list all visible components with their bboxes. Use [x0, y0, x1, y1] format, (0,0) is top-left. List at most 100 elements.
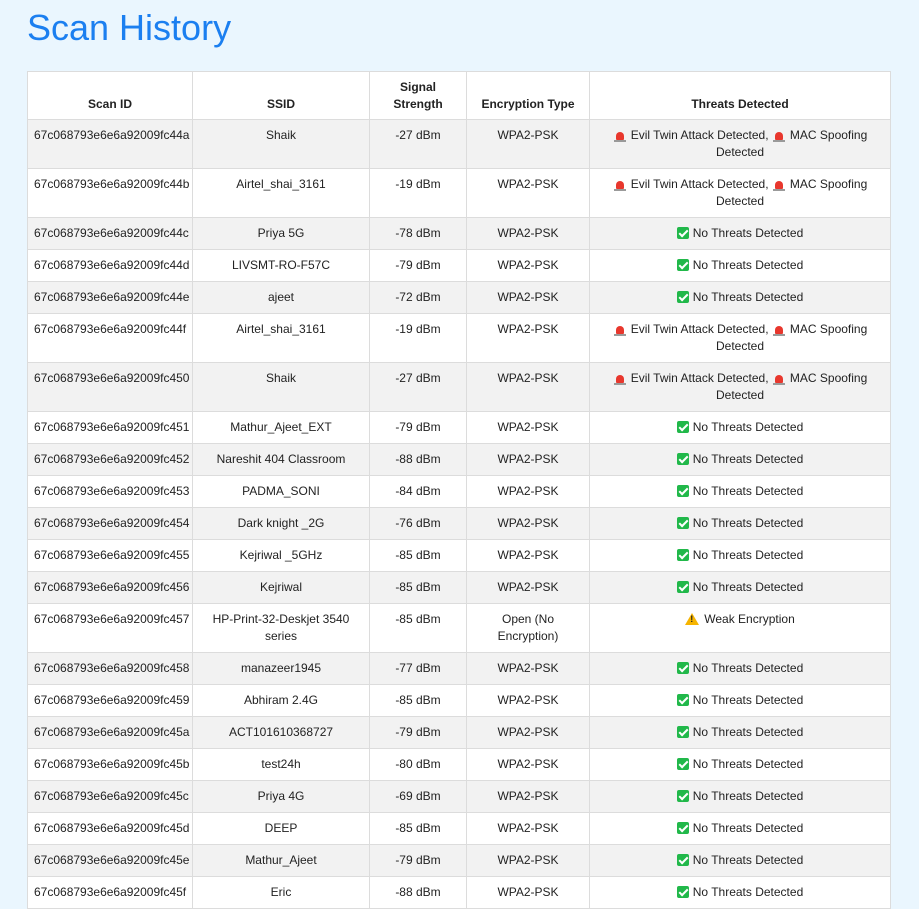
table-row: 67c068793e6e6a92009fc44c Priya 5G -78 dBm W… [27, 217, 891, 250]
cell-signal-strength: -85 dBm [369, 603, 467, 653]
check-icon [676, 453, 689, 465]
cell-scan-id: 67c068793e6e6a92009fc451 [27, 411, 193, 444]
table-row: 67c068793e6e6a92009fc45e Mathur_Ajeet -79 … [27, 844, 891, 877]
check-icon [676, 517, 689, 529]
cell-encryption-type: WPA2-PSK [466, 217, 590, 250]
threat-label: No Threats Detected [692, 258, 804, 272]
cell-encryption-type: WPA2-PSK [466, 780, 590, 813]
table-row: 67c068793e6e6a92009fc457 HP-Print-32-Desk… [27, 603, 891, 653]
threat-label: No Threats Detected [692, 821, 804, 835]
cell-ssid: Shaik [192, 362, 370, 412]
check-icon [676, 581, 689, 593]
cell-threats-detected: Evil Twin Attack Detected, MAC Spoofing … [589, 313, 891, 363]
cell-ssid: Airtel_shai_3161 [192, 168, 370, 218]
scan-history-table-container: Scan ID SSID Signal Strength Encryption … [27, 71, 891, 909]
threat-item: No Threats Detected [676, 885, 804, 899]
cell-scan-id: 67c068793e6e6a92009fc457 [27, 603, 193, 653]
threat-label: No Threats Detected [692, 420, 804, 434]
cell-scan-id: 67c068793e6e6a92009fc453 [27, 475, 193, 508]
table-row: 67c068793e6e6a92009fc450 Shaik -27 dBm WPA2… [27, 362, 891, 412]
table-row: 67c068793e6e6a92009fc458 manazeer1945 -77 … [27, 652, 891, 685]
threat-label: No Threats Detected [692, 580, 804, 594]
cell-scan-id: 67c068793e6e6a92009fc45f [27, 876, 193, 909]
table-row: 67c068793e6e6a92009fc455 Kejriwal _5GHz -8… [27, 539, 891, 572]
header-ssid: SSID [192, 71, 370, 120]
cell-signal-strength: -84 dBm [369, 475, 467, 508]
cell-encryption-type: WPA2-PSK [466, 684, 590, 717]
cell-threats-detected: No Threats Detected [589, 780, 891, 813]
table-row: 67c068793e6e6a92009fc453 PADMA_SONI -84 dB… [27, 475, 891, 508]
cell-ssid: Priya 4G [192, 780, 370, 813]
threat-item: Evil Twin Attack Detected, [613, 371, 772, 385]
cell-encryption-type: WPA2-PSK [466, 411, 590, 444]
threat-item: Weak Encryption [685, 612, 795, 626]
cell-signal-strength: -72 dBm [369, 281, 467, 314]
cell-scan-id: 67c068793e6e6a92009fc455 [27, 539, 193, 572]
cell-ssid: Kejriwal [192, 571, 370, 604]
threat-item: No Threats Detected [676, 290, 803, 304]
cell-signal-strength: -79 dBm [369, 716, 467, 749]
check-icon [676, 485, 689, 497]
cell-ssid: Dark knight _2G [192, 507, 370, 540]
cell-ssid: Airtel_shai_3161 [192, 313, 370, 363]
check-icon [676, 259, 689, 271]
alarm-icon [772, 375, 785, 385]
threat-label: No Threats Detected [692, 661, 804, 675]
threat-item: No Threats Detected [676, 757, 803, 771]
cell-scan-id: 67c068793e6e6a92009fc45a [27, 716, 193, 749]
cell-ssid: ajeet [192, 281, 370, 314]
cell-signal-strength: -19 dBm [369, 168, 467, 218]
cell-ssid: Eric [192, 876, 370, 909]
cell-scan-id: 67c068793e6e6a92009fc450 [27, 362, 193, 412]
cell-encryption-type: WPA2-PSK [466, 475, 590, 508]
cell-threats-detected: No Threats Detected [589, 876, 891, 909]
cell-signal-strength: -88 dBm [369, 443, 467, 476]
cell-encryption-type: WPA2-PSK [466, 281, 590, 314]
threat-label: Evil Twin Attack Detected [630, 128, 766, 142]
alarm-icon [613, 181, 626, 191]
threat-item: No Threats Detected [676, 580, 804, 594]
threat-label: No Threats Detected [692, 853, 804, 867]
cell-threats-detected: No Threats Detected [589, 217, 891, 250]
threat-item: Evil Twin Attack Detected, [613, 128, 772, 142]
alarm-icon [772, 326, 785, 336]
cell-signal-strength: -79 dBm [369, 249, 467, 282]
threat-item: No Threats Detected [676, 693, 803, 707]
threat-label: No Threats Detected [692, 725, 804, 739]
cell-encryption-type: WPA2-PSK [466, 652, 590, 685]
cell-encryption-type: Open (No Encryption) [466, 603, 590, 653]
threat-label: No Threats Detected [692, 548, 804, 562]
alarm-icon [613, 132, 626, 142]
alarm-icon [772, 181, 785, 191]
cell-signal-strength: -79 dBm [369, 411, 467, 444]
threat-item: No Threats Detected [676, 226, 803, 240]
header-scan-id: Scan ID [27, 71, 193, 120]
cell-scan-id: 67c068793e6e6a92009fc452 [27, 443, 193, 476]
cell-threats-detected: Weak Encryption [589, 603, 891, 653]
cell-signal-strength: -85 dBm [369, 684, 467, 717]
cell-threats-detected: No Threats Detected [589, 249, 891, 282]
cell-encryption-type: WPA2-PSK [466, 571, 590, 604]
table-row: 67c068793e6e6a92009fc45b test24h -80 dBm WP… [27, 748, 891, 781]
check-icon [676, 694, 689, 706]
cell-encryption-type: WPA2-PSK [466, 362, 590, 412]
cell-ssid: PADMA_SONI [192, 475, 370, 508]
cell-threats-detected: No Threats Detected [589, 652, 891, 685]
cell-signal-strength: -19 dBm [369, 313, 467, 363]
table-row: 67c068793e6e6a92009fc451 Mathur_Ajeet_EXT… [27, 411, 891, 444]
threat-item: Evil Twin Attack Detected, [613, 177, 772, 191]
alarm-icon [613, 375, 626, 385]
cell-scan-id: 67c068793e6e6a92009fc44a [27, 119, 193, 169]
cell-scan-id: 67c068793e6e6a92009fc44e [27, 281, 193, 314]
cell-ssid: Priya 5G [192, 217, 370, 250]
threat-label: No Threats Detected [692, 452, 804, 466]
cell-signal-strength: -76 dBm [369, 507, 467, 540]
check-icon [676, 758, 689, 770]
cell-threats-detected: No Threats Detected [589, 571, 891, 604]
cell-ssid: Abhiram 2.4G [192, 684, 370, 717]
threat-label: Weak Encryption [704, 612, 795, 626]
threat-label: No Threats Detected [692, 885, 804, 899]
table-row: 67c068793e6e6a92009fc45a ACT101610368727-… [27, 716, 891, 749]
cell-encryption-type: WPA2-PSK [466, 844, 590, 877]
table-row: 67c068793e6e6a92009fc45c Priya 4G -69 dBm W… [27, 780, 891, 813]
